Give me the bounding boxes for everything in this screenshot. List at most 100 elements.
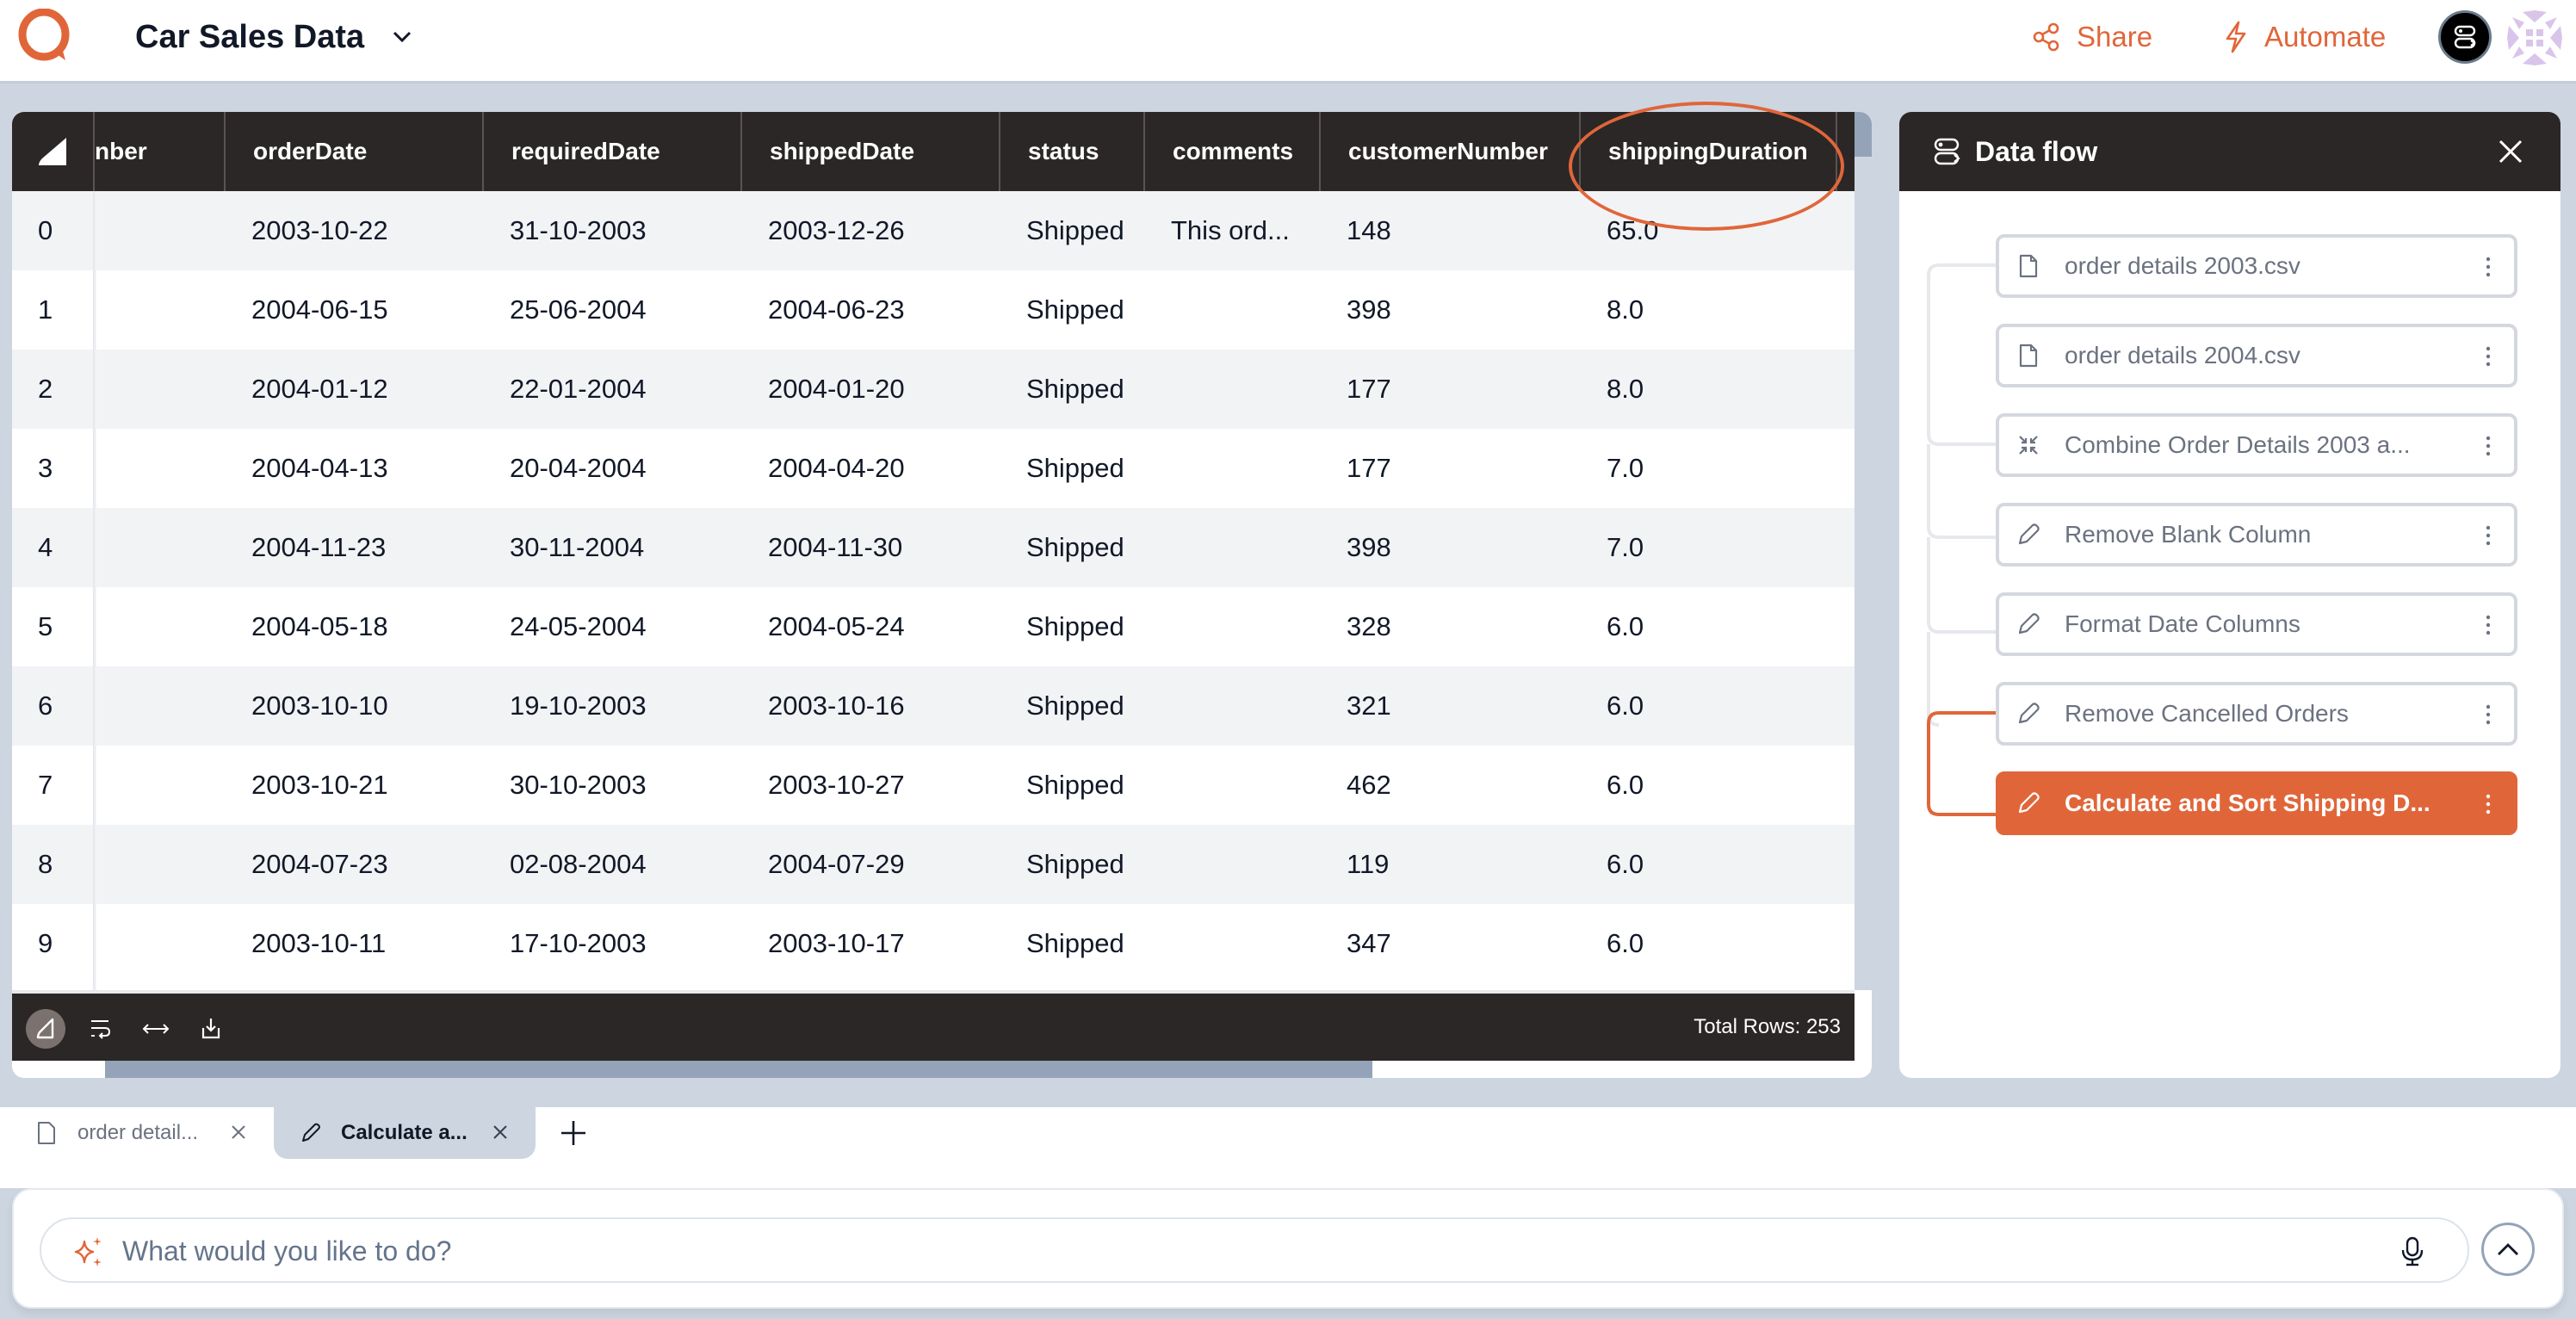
cell-status[interactable]: Shipped	[999, 191, 1143, 270]
cell-orderdate[interactable]: 2003-10-10	[224, 666, 482, 746]
select-all-corner[interactable]	[12, 112, 93, 191]
add-tab-icon[interactable]	[556, 1116, 591, 1150]
tab-order-details[interactable]: order detail...	[0, 1107, 274, 1159]
cell-shippingduration[interactable]: 7.0	[1579, 508, 1836, 587]
cell-requireddate[interactable]: 31-10-2003	[482, 191, 740, 270]
cell-shippingduration[interactable]: 8.0	[1579, 350, 1836, 429]
user-avatar[interactable]	[2505, 9, 2564, 67]
automate-button[interactable]: Automate	[2223, 17, 2386, 57]
cell-customernumber[interactable]: 328	[1319, 587, 1579, 666]
more-vertical-icon[interactable]	[2478, 611, 2499, 639]
row-index[interactable]: 0	[12, 191, 93, 270]
cell-shippingduration[interactable]: 65.0	[1579, 191, 1836, 270]
cell-shippingduration[interactable]: 6.0	[1579, 587, 1836, 666]
table-row[interactable]: 3 2004-04-13 20-04-2004 2004-04-20 Shipped 17…	[12, 429, 1855, 508]
cell-shippeddate[interactable]: 2004-01-20	[740, 350, 999, 429]
cell-status[interactable]: Shipped	[999, 270, 1143, 350]
more-vertical-icon[interactable]	[2478, 701, 2499, 728]
cell-requireddate[interactable]: 20-04-2004	[482, 429, 740, 508]
cell-ordernumber[interactable]	[93, 746, 224, 825]
download-button[interactable]	[191, 1009, 231, 1049]
cell-customernumber[interactable]: 119	[1319, 825, 1579, 904]
column-header-requireddate[interactable]: requiredDate	[482, 112, 740, 191]
table-mode-button[interactable]	[26, 1009, 65, 1049]
table-row[interactable]: 8 2004-07-23 02-08-2004 2004-07-29 Shipped 11…	[12, 825, 1855, 904]
cell-customernumber[interactable]: 398	[1319, 270, 1579, 350]
row-index[interactable]: 2	[12, 350, 93, 429]
submit-button[interactable]	[2481, 1223, 2535, 1276]
column-header-orderdate[interactable]: orderDate	[224, 112, 482, 191]
cell-comments[interactable]	[1143, 666, 1319, 746]
column-header-status[interactable]: status	[999, 112, 1143, 191]
dataflow-step[interactable]: Format Date Columns	[1996, 592, 2517, 656]
cell-status[interactable]: Shipped	[999, 746, 1143, 825]
table-row[interactable]: 4 2004-11-23 30-11-2004 2004-11-30 Shipped 39…	[12, 508, 1855, 587]
table-row[interactable]: 5 2004-05-18 24-05-2004 2004-05-24 Shipped 32…	[12, 587, 1855, 666]
vertical-scrollbar-track[interactable]	[1855, 112, 1872, 990]
cell-shippingduration[interactable]: 7.0	[1579, 429, 1836, 508]
cell-orderdate[interactable]: 2004-05-18	[224, 587, 482, 666]
cell-requireddate[interactable]: 25-06-2004	[482, 270, 740, 350]
dataflow-step[interactable]: Remove Cancelled Orders	[1996, 682, 2517, 746]
column-header-comments[interactable]: comments	[1143, 112, 1319, 191]
cell-comments[interactable]: This ord...	[1143, 191, 1319, 270]
cell-ordernumber[interactable]	[93, 270, 224, 350]
dataflow-step[interactable]: Calculate and Sort Shipping D...	[1996, 771, 2517, 835]
cell-orderdate[interactable]: 2004-04-13	[224, 429, 482, 508]
cell-customernumber[interactable]: 321	[1319, 666, 1579, 746]
cell-customernumber[interactable]: 177	[1319, 350, 1579, 429]
dataflow-toggle-button[interactable]	[2438, 10, 2492, 64]
cell-customernumber[interactable]: 347	[1319, 904, 1579, 983]
row-index[interactable]: 1	[12, 270, 93, 350]
cell-ordernumber[interactable]	[93, 429, 224, 508]
cell-customernumber[interactable]: 177	[1319, 429, 1579, 508]
horizontal-scrollbar-thumb[interactable]	[105, 1061, 1372, 1078]
table-row[interactable]: 6 2003-10-10 19-10-2003 2003-10-16 Shipped 32…	[12, 666, 1855, 746]
dataflow-step[interactable]: Combine Order Details 2003 a...	[1996, 413, 2517, 477]
row-index[interactable]: 4	[12, 508, 93, 587]
project-title[interactable]: Car Sales Data	[135, 15, 364, 59]
cell-ordernumber[interactable]	[93, 666, 224, 746]
cell-orderdate[interactable]: 2004-11-23	[224, 508, 482, 587]
table-row[interactable]: 2 2004-01-12 22-01-2004 2004-01-20 Shipped 17…	[12, 350, 1855, 429]
close-icon[interactable]	[227, 1121, 250, 1143]
cell-orderdate[interactable]: 2004-06-15	[224, 270, 482, 350]
cell-shippeddate[interactable]: 2003-12-26	[740, 191, 999, 270]
more-vertical-icon[interactable]	[2478, 522, 2499, 549]
cell-ordernumber[interactable]	[93, 587, 224, 666]
cell-orderdate[interactable]: 2003-10-11	[224, 904, 482, 983]
row-index[interactable]: 9	[12, 904, 93, 983]
dataflow-step[interactable]: order details 2003.csv	[1996, 234, 2517, 298]
cell-comments[interactable]	[1143, 587, 1319, 666]
cell-requireddate[interactable]: 30-10-2003	[482, 746, 740, 825]
cell-shippingduration[interactable]: 6.0	[1579, 746, 1836, 825]
cell-shippeddate[interactable]: 2004-11-30	[740, 508, 999, 587]
more-vertical-icon[interactable]	[2478, 432, 2499, 460]
more-vertical-icon[interactable]	[2478, 343, 2499, 370]
table-row[interactable]: 9 2003-10-11 17-10-2003 2003-10-17 Shipped 34…	[12, 904, 1855, 983]
cell-status[interactable]: Shipped	[999, 587, 1143, 666]
cell-shippingduration[interactable]: 6.0	[1579, 666, 1836, 746]
cell-status[interactable]: Shipped	[999, 666, 1143, 746]
cell-status[interactable]: Shipped	[999, 350, 1143, 429]
cell-orderdate[interactable]: 2004-07-23	[224, 825, 482, 904]
cell-comments[interactable]	[1143, 508, 1319, 587]
cell-status[interactable]: Shipped	[999, 429, 1143, 508]
dataflow-step[interactable]: Remove Blank Column	[1996, 503, 2517, 567]
cell-shippeddate[interactable]: 2004-04-20	[740, 429, 999, 508]
cell-shippingduration[interactable]: 6.0	[1579, 825, 1836, 904]
cell-shippeddate[interactable]: 2003-10-17	[740, 904, 999, 983]
cell-shippeddate[interactable]: 2004-06-23	[740, 270, 999, 350]
cell-ordernumber[interactable]	[93, 191, 224, 270]
row-index[interactable]: 3	[12, 429, 93, 508]
microphone-icon[interactable]	[2395, 1235, 2430, 1269]
vertical-scrollbar-thumb[interactable]	[1855, 112, 1872, 157]
table-row[interactable]: 0 2003-10-22 31-10-2003 2003-12-26 Shipped Th…	[12, 191, 1855, 270]
cell-comments[interactable]	[1143, 270, 1319, 350]
cell-comments[interactable]	[1143, 350, 1319, 429]
more-vertical-icon[interactable]	[2478, 253, 2499, 281]
fit-columns-button[interactable]	[136, 1009, 176, 1049]
cell-comments[interactable]	[1143, 746, 1319, 825]
cell-ordernumber[interactable]	[93, 825, 224, 904]
cell-shippeddate[interactable]: 2004-07-29	[740, 825, 999, 904]
